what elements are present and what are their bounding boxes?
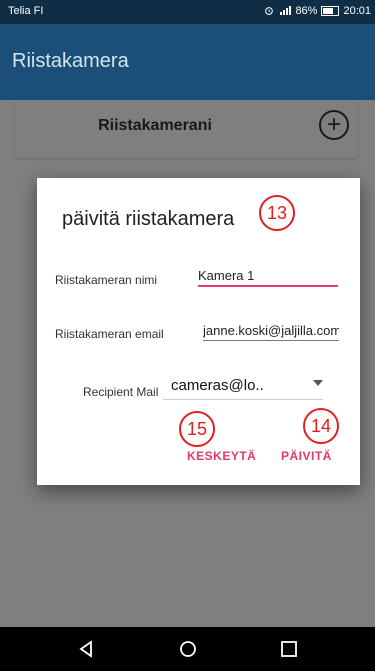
camera-email-label: Riistakameran email <box>55 327 164 341</box>
signal-icon <box>280 6 292 15</box>
alarm-icon <box>265 7 274 15</box>
annotation-badge-14: 14 <box>303 408 339 444</box>
app-bar: Riistakamera <box>0 24 375 100</box>
recent-apps-icon[interactable] <box>278 638 300 660</box>
select-underline <box>163 399 323 400</box>
recipient-mail-label: Recipient Mail <box>83 385 159 399</box>
battery-icon <box>321 6 340 16</box>
dialog-title: päivitä riistakamera <box>62 208 235 230</box>
status-bar: Telia FI 86% 20:01 <box>0 0 375 24</box>
camera-name-label: Riistakameran nimi <box>55 273 158 287</box>
app-title: Riistakamera <box>12 50 129 72</box>
cancel-button[interactable]: KESKEYTÄ <box>187 449 256 463</box>
back-icon[interactable] <box>75 638 97 660</box>
update-camera-dialog: päivitä riistakamera 13 Riistakameran ni… <box>37 178 360 485</box>
home-icon[interactable] <box>177 638 199 660</box>
phone-screen: Telia FI 86% 20:01 Riistakamera Riistaka… <box>0 0 375 671</box>
dropdown-arrow-icon <box>313 380 323 386</box>
clock: 20:01 <box>343 5 371 17</box>
system-nav-bar <box>0 627 375 671</box>
battery-percentage: 86% <box>295 5 318 17</box>
recipient-mail-value: cameras@lo.. <box>171 377 264 394</box>
update-button[interactable]: PÄIVITÄ <box>281 449 332 463</box>
annotation-badge-15: 15 <box>179 411 215 447</box>
camera-name-input[interactable] <box>198 265 338 287</box>
status-indicators: 86% 20:01 <box>263 5 371 17</box>
camera-email-input[interactable] <box>203 320 339 341</box>
annotation-badge-13: 13 <box>259 195 295 231</box>
recipient-mail-select[interactable]: cameras@lo.. <box>163 371 323 401</box>
carrier-name: Telia FI <box>8 5 44 17</box>
